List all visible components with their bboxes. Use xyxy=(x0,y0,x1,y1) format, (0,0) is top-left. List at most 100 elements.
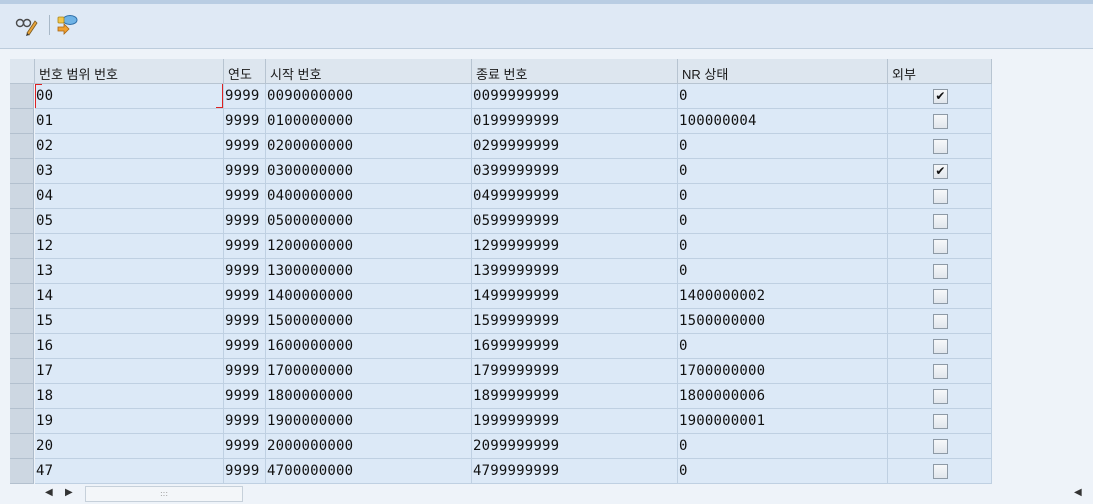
table-row[interactable]: 47 9999 4700000000 4799999999 0 xyxy=(10,459,992,484)
cell-year[interactable]: 9999 xyxy=(224,259,266,284)
cell-range-number[interactable]: 20 xyxy=(35,434,224,459)
table-row[interactable]: 16 9999 1600000000 1699999999 0 xyxy=(10,334,992,359)
cell-to-number[interactable]: 0599999999 xyxy=(472,209,678,234)
scroll-right-icon[interactable]: ▶ xyxy=(65,487,73,498)
cell-from-number[interactable]: 1700000000 xyxy=(266,359,472,384)
cell-range-number[interactable]: 47 xyxy=(35,459,224,484)
cell-from-number[interactable]: 0100000000 xyxy=(266,109,472,134)
cell-nr-status[interactable]: 0 xyxy=(678,434,888,459)
cell-nr-status[interactable]: 1500000000 xyxy=(678,309,888,334)
row-selector[interactable] xyxy=(10,384,34,409)
row-selector[interactable] xyxy=(10,259,34,284)
cell-to-number[interactable]: 1299999999 xyxy=(472,234,678,259)
column-header-to-number[interactable]: 종료 번호 xyxy=(472,59,678,84)
row-selector[interactable] xyxy=(10,284,34,309)
row-selector[interactable] xyxy=(10,234,34,259)
table-row[interactable]: 12 9999 1200000000 1299999999 0 xyxy=(10,234,992,259)
table-row[interactable]: 20 9999 2000000000 2099999999 0 xyxy=(10,434,992,459)
cell-year[interactable]: 9999 xyxy=(224,159,266,184)
column-header-nr-status[interactable]: NR 상태 xyxy=(678,59,888,84)
intervals-button[interactable] xyxy=(55,13,79,37)
cell-nr-status[interactable]: 100000004 xyxy=(678,109,888,134)
table-row[interactable]: 15 9999 1500000000 1599999999 1500000000 xyxy=(10,309,992,334)
cell-range-number[interactable]: 13 xyxy=(35,259,224,284)
row-selector[interactable] xyxy=(10,84,34,109)
external-checkbox[interactable] xyxy=(933,139,948,154)
cell-range-number[interactable]: 12 xyxy=(35,234,224,259)
cell-year[interactable]: 9999 xyxy=(224,284,266,309)
cell-to-number[interactable]: 1799999999 xyxy=(472,359,678,384)
cell-to-number[interactable]: 0099999999 xyxy=(472,84,678,109)
cell-nr-status[interactable]: 0 xyxy=(678,134,888,159)
cell-nr-status[interactable]: 1900000001 xyxy=(678,409,888,434)
external-checkbox[interactable] xyxy=(933,389,948,404)
scroll-left-icon[interactable]: ◀ xyxy=(45,487,53,498)
external-checkbox[interactable] xyxy=(933,314,948,329)
cell-from-number[interactable]: 1900000000 xyxy=(266,409,472,434)
column-header-year[interactable]: 연도 xyxy=(224,59,266,84)
cell-year[interactable]: 9999 xyxy=(224,309,266,334)
cell-year[interactable]: 9999 xyxy=(224,409,266,434)
table-row[interactable]: 01 9999 0100000000 0199999999 100000004 xyxy=(10,109,992,134)
table-row[interactable]: 00 9999 0090000000 0099999999 0 ✔ xyxy=(10,84,992,109)
external-checkbox[interactable] xyxy=(933,339,948,354)
table-row[interactable]: 17 9999 1700000000 1799999999 1700000000 xyxy=(10,359,992,384)
external-checkbox[interactable]: ✔ xyxy=(933,164,948,179)
table-row[interactable]: 19 9999 1900000000 1999999999 1900000001 xyxy=(10,409,992,434)
cell-range-number[interactable]: 03 xyxy=(35,159,224,184)
cell-year[interactable]: 9999 xyxy=(224,334,266,359)
row-selector[interactable] xyxy=(10,459,34,484)
scroll-left-end-icon[interactable]: ◀ xyxy=(1074,487,1082,498)
cell-year[interactable]: 9999 xyxy=(224,384,266,409)
table-row[interactable]: 13 9999 1300000000 1399999999 0 xyxy=(10,259,992,284)
cell-nr-status[interactable]: 0 xyxy=(678,84,888,109)
cell-from-number[interactable]: 4700000000 xyxy=(266,459,472,484)
cell-from-number[interactable]: 1200000000 xyxy=(266,234,472,259)
row-selector[interactable] xyxy=(10,409,34,434)
cell-nr-status[interactable]: 0 xyxy=(678,334,888,359)
row-selector[interactable] xyxy=(10,159,34,184)
cell-from-number[interactable]: 0200000000 xyxy=(266,134,472,159)
cell-year[interactable]: 9999 xyxy=(224,359,266,384)
cell-range-number[interactable]: 00 xyxy=(35,84,224,109)
cell-from-number[interactable]: 0500000000 xyxy=(266,209,472,234)
external-checkbox[interactable] xyxy=(933,239,948,254)
cell-from-number[interactable]: 0400000000 xyxy=(266,184,472,209)
table-row[interactable]: 14 9999 1400000000 1499999999 1400000002 xyxy=(10,284,992,309)
cell-from-number[interactable]: 1400000000 xyxy=(266,284,472,309)
cell-to-number[interactable]: 1499999999 xyxy=(472,284,678,309)
cell-to-number[interactable]: 1999999999 xyxy=(472,409,678,434)
cell-nr-status[interactable]: 0 xyxy=(678,184,888,209)
cell-nr-status[interactable]: 1400000002 xyxy=(678,284,888,309)
external-checkbox[interactable] xyxy=(933,414,948,429)
cell-to-number[interactable]: 0299999999 xyxy=(472,134,678,159)
cell-to-number[interactable]: 1899999999 xyxy=(472,384,678,409)
row-selector[interactable] xyxy=(10,184,34,209)
scrollbar-thumb[interactable]: ::: xyxy=(85,486,243,502)
external-checkbox[interactable]: ✔ xyxy=(933,89,948,104)
external-checkbox[interactable] xyxy=(933,289,948,304)
cell-range-number[interactable]: 04 xyxy=(35,184,224,209)
external-checkbox[interactable] xyxy=(933,364,948,379)
external-checkbox[interactable] xyxy=(933,439,948,454)
cell-from-number[interactable]: 2000000000 xyxy=(266,434,472,459)
cell-nr-status[interactable]: 0 xyxy=(678,159,888,184)
cell-range-number[interactable]: 15 xyxy=(35,309,224,334)
cell-year[interactable]: 9999 xyxy=(224,209,266,234)
cell-nr-status[interactable]: 0 xyxy=(678,209,888,234)
row-selector[interactable] xyxy=(10,434,34,459)
cell-from-number[interactable]: 0090000000 xyxy=(266,84,472,109)
external-checkbox[interactable] xyxy=(933,189,948,204)
table-row[interactable]: 18 9999 1800000000 1899999999 1800000006 xyxy=(10,384,992,409)
cell-year[interactable]: 9999 xyxy=(224,109,266,134)
display-change-button[interactable] xyxy=(14,13,38,37)
external-checkbox[interactable] xyxy=(933,114,948,129)
cell-range-number[interactable]: 16 xyxy=(35,334,224,359)
row-selector[interactable] xyxy=(10,334,34,359)
cell-year[interactable]: 9999 xyxy=(224,434,266,459)
cell-to-number[interactable]: 1599999999 xyxy=(472,309,678,334)
cell-from-number[interactable]: 1600000000 xyxy=(266,334,472,359)
table-row[interactable]: 02 9999 0200000000 0299999999 0 xyxy=(10,134,992,159)
external-checkbox[interactable] xyxy=(933,464,948,479)
cell-range-number[interactable]: 02 xyxy=(35,134,224,159)
